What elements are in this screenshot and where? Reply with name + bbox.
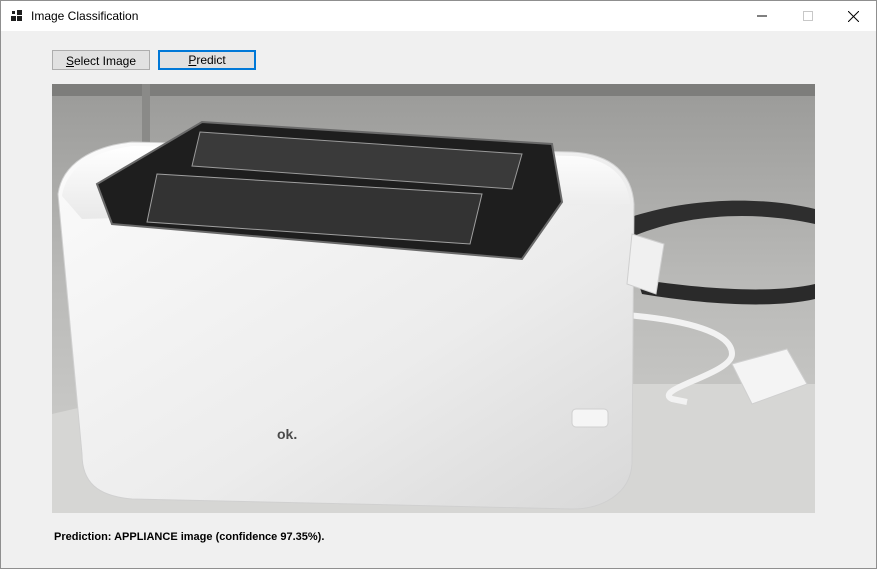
minimize-button[interactable] xyxy=(739,1,785,31)
select-image-mnemonic: S xyxy=(65,54,74,68)
window-title: Image Classification xyxy=(31,9,139,23)
image-preview: ok. xyxy=(52,84,815,513)
select-image-label: elect Image xyxy=(73,54,137,68)
predict-label: redict xyxy=(196,53,226,67)
maximize-icon xyxy=(803,11,813,21)
toaster-logo: ok. xyxy=(277,426,297,442)
predict-button[interactable]: Predict xyxy=(158,50,256,70)
close-button[interactable] xyxy=(830,1,876,31)
app-icon xyxy=(11,10,22,21)
select-image-button[interactable]: Select Image xyxy=(52,50,150,70)
close-icon xyxy=(847,10,859,22)
toaster-photo: ok. xyxy=(52,84,815,513)
maximize-button[interactable] xyxy=(785,1,831,31)
title-bar[interactable]: Image Classification xyxy=(1,1,876,31)
app-window: Image Classification Select Image Predic… xyxy=(0,0,877,569)
prediction-label: Prediction: APPLIANCE image (confidence … xyxy=(54,531,325,543)
minimize-icon xyxy=(757,15,767,17)
